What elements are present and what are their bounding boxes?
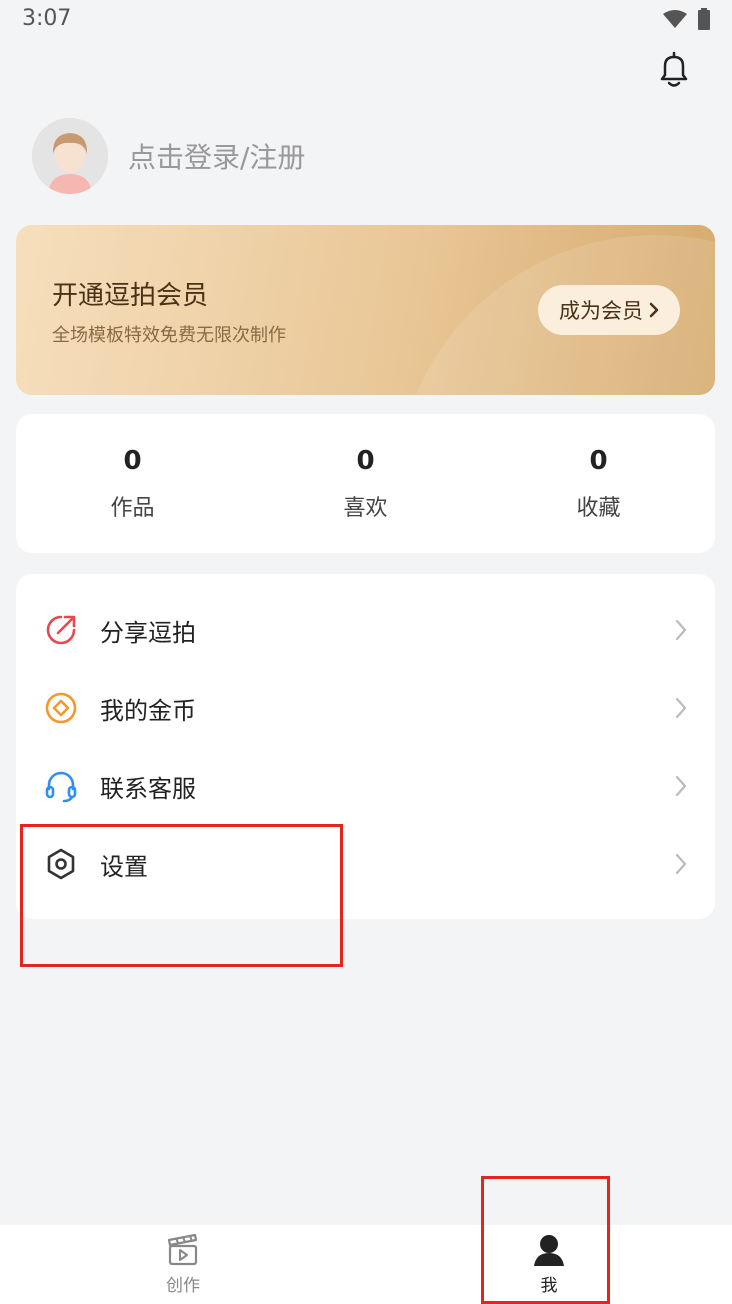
highlight-box-settings bbox=[20, 824, 343, 967]
headset-icon bbox=[45, 771, 77, 803]
stat-likes[interactable]: 0 喜欢 bbox=[249, 414, 482, 553]
chevron-right-icon bbox=[675, 619, 687, 641]
stat-value: 0 bbox=[356, 445, 375, 476]
bottom-tab-bar: 创作 我 bbox=[0, 1225, 732, 1304]
coin-icon bbox=[45, 692, 77, 724]
stat-value: 0 bbox=[589, 445, 608, 476]
become-member-button[interactable]: 成为会员 bbox=[538, 285, 680, 335]
notification-bell-icon[interactable] bbox=[654, 50, 694, 90]
stat-favorites[interactable]: 0 收藏 bbox=[482, 414, 715, 553]
chevron-right-icon bbox=[675, 775, 687, 797]
menu-item-coins[interactable]: 我的金币 bbox=[16, 669, 715, 747]
stat-works[interactable]: 0 作品 bbox=[16, 414, 249, 553]
login-row[interactable]: 点击登录/注册 bbox=[32, 118, 305, 194]
vip-title: 开通逗拍会员 bbox=[52, 281, 209, 311]
menu-item-customer-service[interactable]: 联系客服 bbox=[16, 747, 715, 825]
highlight-box-me-tab bbox=[481, 1176, 610, 1304]
chevron-right-icon bbox=[649, 302, 659, 318]
tab-create[interactable]: 创作 bbox=[0, 1225, 366, 1304]
wifi-icon bbox=[663, 10, 687, 28]
status-time: 3:07 bbox=[22, 6, 72, 31]
stat-label: 作品 bbox=[110, 495, 155, 521]
chevron-right-icon bbox=[675, 697, 687, 719]
stat-value: 0 bbox=[123, 445, 142, 476]
clapperboard-icon bbox=[167, 1233, 198, 1266]
login-register-link[interactable]: 点击登录/注册 bbox=[128, 136, 305, 176]
battery-icon bbox=[698, 8, 710, 30]
stat-label: 喜欢 bbox=[343, 495, 388, 521]
default-avatar-icon bbox=[32, 118, 108, 194]
menu-item-share[interactable]: 分享逗拍 bbox=[16, 591, 715, 669]
vip-subtitle: 全场模板特效免费无限次制作 bbox=[52, 325, 286, 346]
stat-label: 收藏 bbox=[576, 495, 621, 521]
vip-banner[interactable]: 开通逗拍会员 全场模板特效免费无限次制作 成为会员 bbox=[16, 225, 715, 395]
menu-item-label: 联系客服 bbox=[100, 774, 196, 803]
tab-label: 创作 bbox=[166, 1276, 200, 1296]
avatar[interactable] bbox=[32, 118, 108, 194]
status-bar: 3:07 bbox=[0, 0, 732, 44]
share-icon bbox=[46, 615, 76, 645]
stats-card: 0 作品 0 喜欢 0 收藏 bbox=[16, 414, 715, 553]
menu-item-label: 我的金币 bbox=[100, 696, 196, 725]
chevron-right-icon bbox=[675, 853, 687, 875]
become-member-label: 成为会员 bbox=[559, 299, 643, 323]
menu-item-label: 分享逗拍 bbox=[100, 618, 196, 647]
